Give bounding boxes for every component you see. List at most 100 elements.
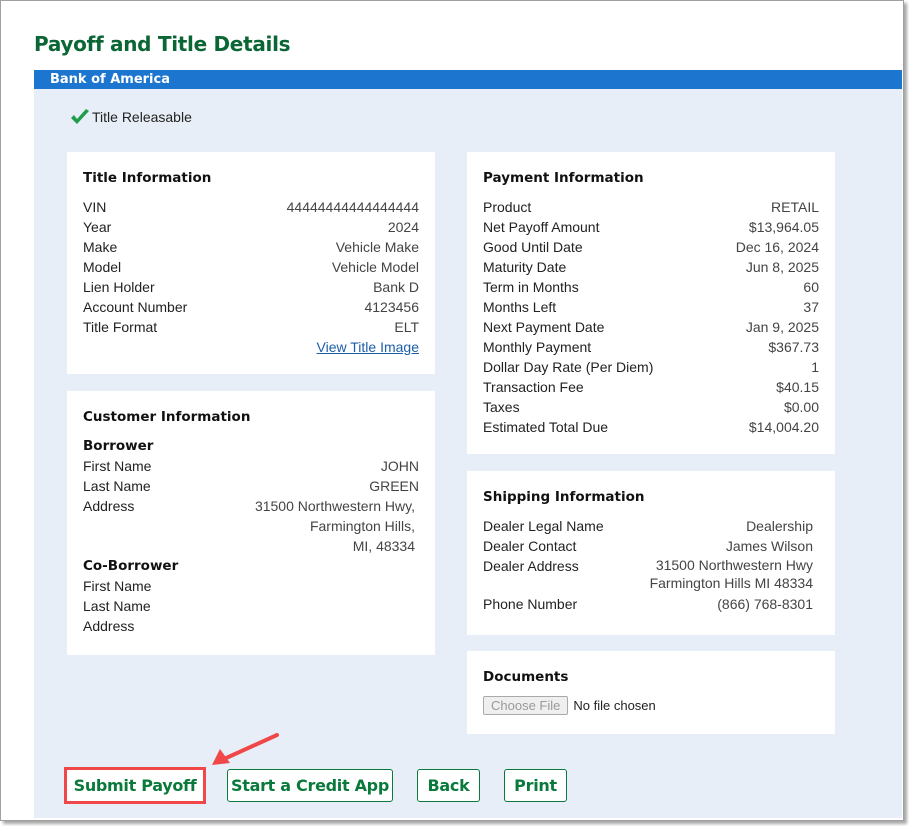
- check-icon: [71, 109, 89, 124]
- shipping-information-heading: Shipping Information: [483, 489, 645, 505]
- payment-info-row: Dollar Day Rate (Per Diem) 1: [483, 357, 819, 377]
- shipping-information-card: Shipping Information Dealer Legal Name D…: [467, 471, 835, 635]
- details-panel: Title Releasable Title Information VIN 44…: [34, 89, 902, 818]
- field-value: 1: [811, 359, 819, 375]
- field-value: Vehicle Model: [331, 259, 419, 275]
- view-title-image-link[interactable]: View Title Image: [317, 339, 419, 355]
- payment-info-row: Transaction Fee $40.15: [483, 377, 819, 397]
- field-label: Estimated Total Due: [483, 419, 609, 435]
- field-label: Dollar Day Rate (Per Diem): [483, 359, 654, 375]
- file-upload: Choose File No file chosen: [483, 696, 819, 715]
- field-value: $367.73: [768, 339, 819, 355]
- field-value: 60: [803, 279, 819, 295]
- payment-info-row: Monthly Payment $367.73: [483, 337, 819, 357]
- print-button[interactable]: Print: [504, 769, 567, 802]
- field-value: Jun 8, 2025: [745, 259, 819, 275]
- field-label: Dealer Address: [483, 558, 579, 574]
- payment-info-row: Net Payoff Amount $13,964.05: [483, 217, 819, 237]
- start-credit-app-button[interactable]: Start a Credit App: [227, 769, 393, 802]
- field-label: Account Number: [83, 299, 188, 315]
- lender-header: Bank of America: [34, 70, 902, 89]
- field-label: Net Payoff Amount: [483, 219, 600, 235]
- title-information-heading: Title Information: [83, 170, 212, 186]
- co-borrower-heading: Co-Borrower: [83, 558, 179, 574]
- payment-info-row: Maturity Date Jun 8, 2025: [483, 257, 819, 277]
- file-status: No file chosen: [573, 698, 656, 713]
- borrower-address-row: Address 31500 Northwestern Hwy, Farmingt…: [83, 496, 419, 556]
- field-label: Transaction Fee: [483, 379, 584, 395]
- dealer-legal-name-row: Dealer Legal Name Dealership: [483, 516, 813, 536]
- field-label: VIN: [83, 199, 107, 215]
- field-label: Last Name: [83, 598, 151, 614]
- field-label: Title Format: [83, 319, 158, 335]
- field-label: Dealer Contact: [483, 538, 577, 554]
- field-value: Vehicle Make: [335, 239, 419, 255]
- borrower-last-name: GREEN: [369, 478, 419, 494]
- field-value: ELT: [394, 319, 419, 335]
- co-borrower-last-name-row: Last Name: [83, 596, 419, 616]
- dealer-address: 31500 Northwestern Hwy Farmington Hills …: [650, 556, 813, 592]
- page-title: Payoff and Title Details: [34, 32, 291, 56]
- dealer-address-row: Dealer Address 31500 Northwestern Hwy Fa…: [483, 556, 813, 592]
- field-label: Next Payment Date: [483, 319, 605, 335]
- dealer-legal-name: Dealership: [746, 518, 813, 534]
- field-label: First Name: [83, 578, 152, 594]
- title-status-label: Title Releasable: [92, 109, 192, 125]
- address-line: 31500 Northwestern Hwy: [655, 557, 813, 573]
- payment-info-row: Term in Months 60: [483, 277, 819, 297]
- field-label: Dealer Legal Name: [483, 518, 604, 534]
- field-label: Term in Months: [483, 279, 579, 295]
- field-label: First Name: [83, 458, 152, 474]
- address-line: 31500 Northwestern Hwy,: [254, 498, 415, 514]
- borrower-first-name: JOHN: [380, 458, 419, 474]
- field-label: Phone Number: [483, 596, 578, 612]
- borrower-heading: Borrower: [83, 438, 154, 454]
- title-information-card: Title Information VIN 44444444444444444 Ye…: [67, 152, 435, 374]
- documents-heading: Documents: [483, 669, 569, 685]
- field-label: Good Until Date: [483, 239, 583, 255]
- field-value: $13,964.05: [748, 219, 819, 235]
- field-label: Monthly Payment: [483, 339, 592, 355]
- title-info-row: Title Format ELT: [83, 317, 419, 337]
- title-info-row: Lien Holder Bank D: [83, 277, 419, 297]
- field-label: Lien Holder: [83, 279, 155, 295]
- borrower-address: 31500 Northwestern Hwy, Farmington Hills…: [255, 496, 419, 556]
- title-status: Title Releasable: [70, 108, 192, 126]
- dealer-contact: James Wilson: [725, 538, 813, 554]
- payment-info-row: Taxes $0.00: [483, 397, 819, 417]
- field-label: Address: [83, 498, 135, 514]
- dealer-contact-row: Dealer Contact James Wilson: [483, 536, 813, 556]
- field-label: Taxes: [483, 399, 520, 415]
- borrower-first-name-row: First Name JOHN: [83, 456, 419, 476]
- field-value: 44444444444444444: [286, 199, 419, 215]
- field-value: 4123456: [364, 299, 419, 315]
- title-info-row: Model Vehicle Model: [83, 257, 419, 277]
- documents-card: Documents Choose File No file chosen: [467, 651, 835, 734]
- submit-payoff-button[interactable]: Submit Payoff: [64, 767, 206, 804]
- title-info-row: Year 2024: [83, 217, 419, 237]
- field-label: Months Left: [483, 299, 557, 315]
- field-label: Last Name: [83, 478, 151, 494]
- payment-info-row: Estimated Total Due $14,004.20: [483, 417, 819, 437]
- annotation-arrow-icon: [212, 733, 279, 765]
- title-info-row: Account Number 4123456: [83, 297, 419, 317]
- field-value: Jan 9, 2025: [745, 319, 819, 335]
- field-label: Maturity Date: [483, 259, 567, 275]
- field-label: Model: [83, 259, 122, 275]
- field-value: Bank D: [373, 279, 419, 295]
- phone-number: (866) 768-8301: [717, 596, 813, 612]
- field-label: Make: [83, 239, 118, 255]
- field-value: 2024: [387, 219, 419, 235]
- payment-info-row: Next Payment Date Jan 9, 2025: [483, 317, 819, 337]
- title-info-row: Make Vehicle Make: [83, 237, 419, 257]
- back-button[interactable]: Back: [417, 769, 480, 802]
- field-value: $40.15: [776, 379, 819, 395]
- address-line: MI, 48334: [352, 538, 415, 554]
- choose-file-button[interactable]: Choose File: [483, 696, 569, 715]
- co-borrower-address-row: Address: [83, 616, 419, 636]
- field-label: Year: [83, 219, 112, 235]
- field-value: $14,004.20: [748, 419, 819, 435]
- field-label: Address: [83, 618, 135, 634]
- payment-information-heading: Payment Information: [483, 170, 644, 186]
- title-info-row: VIN 44444444444444444: [83, 197, 419, 217]
